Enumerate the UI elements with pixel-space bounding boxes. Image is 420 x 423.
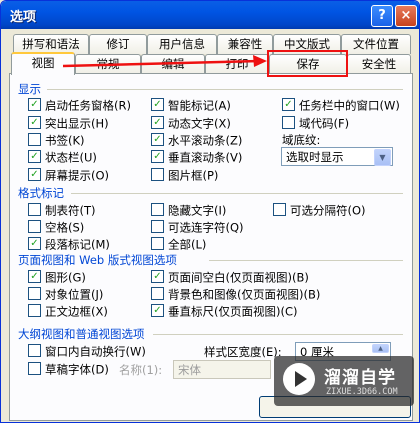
watermark: 溜溜自学 ZIXUE.3D66.COM	[274, 356, 414, 406]
watermark-url: ZIXUE.3D66.COM	[326, 387, 398, 397]
arrow-line	[62, 59, 260, 68]
play-logo-icon	[283, 363, 315, 395]
watermark-name: 溜溜自学	[324, 368, 396, 388]
arrow-head	[253, 55, 267, 67]
options-dialog: 选项 ? × 拼写和语法 修订 用户信息 兼容性 中文版式 文件位置 视图 常规…	[0, 0, 420, 423]
